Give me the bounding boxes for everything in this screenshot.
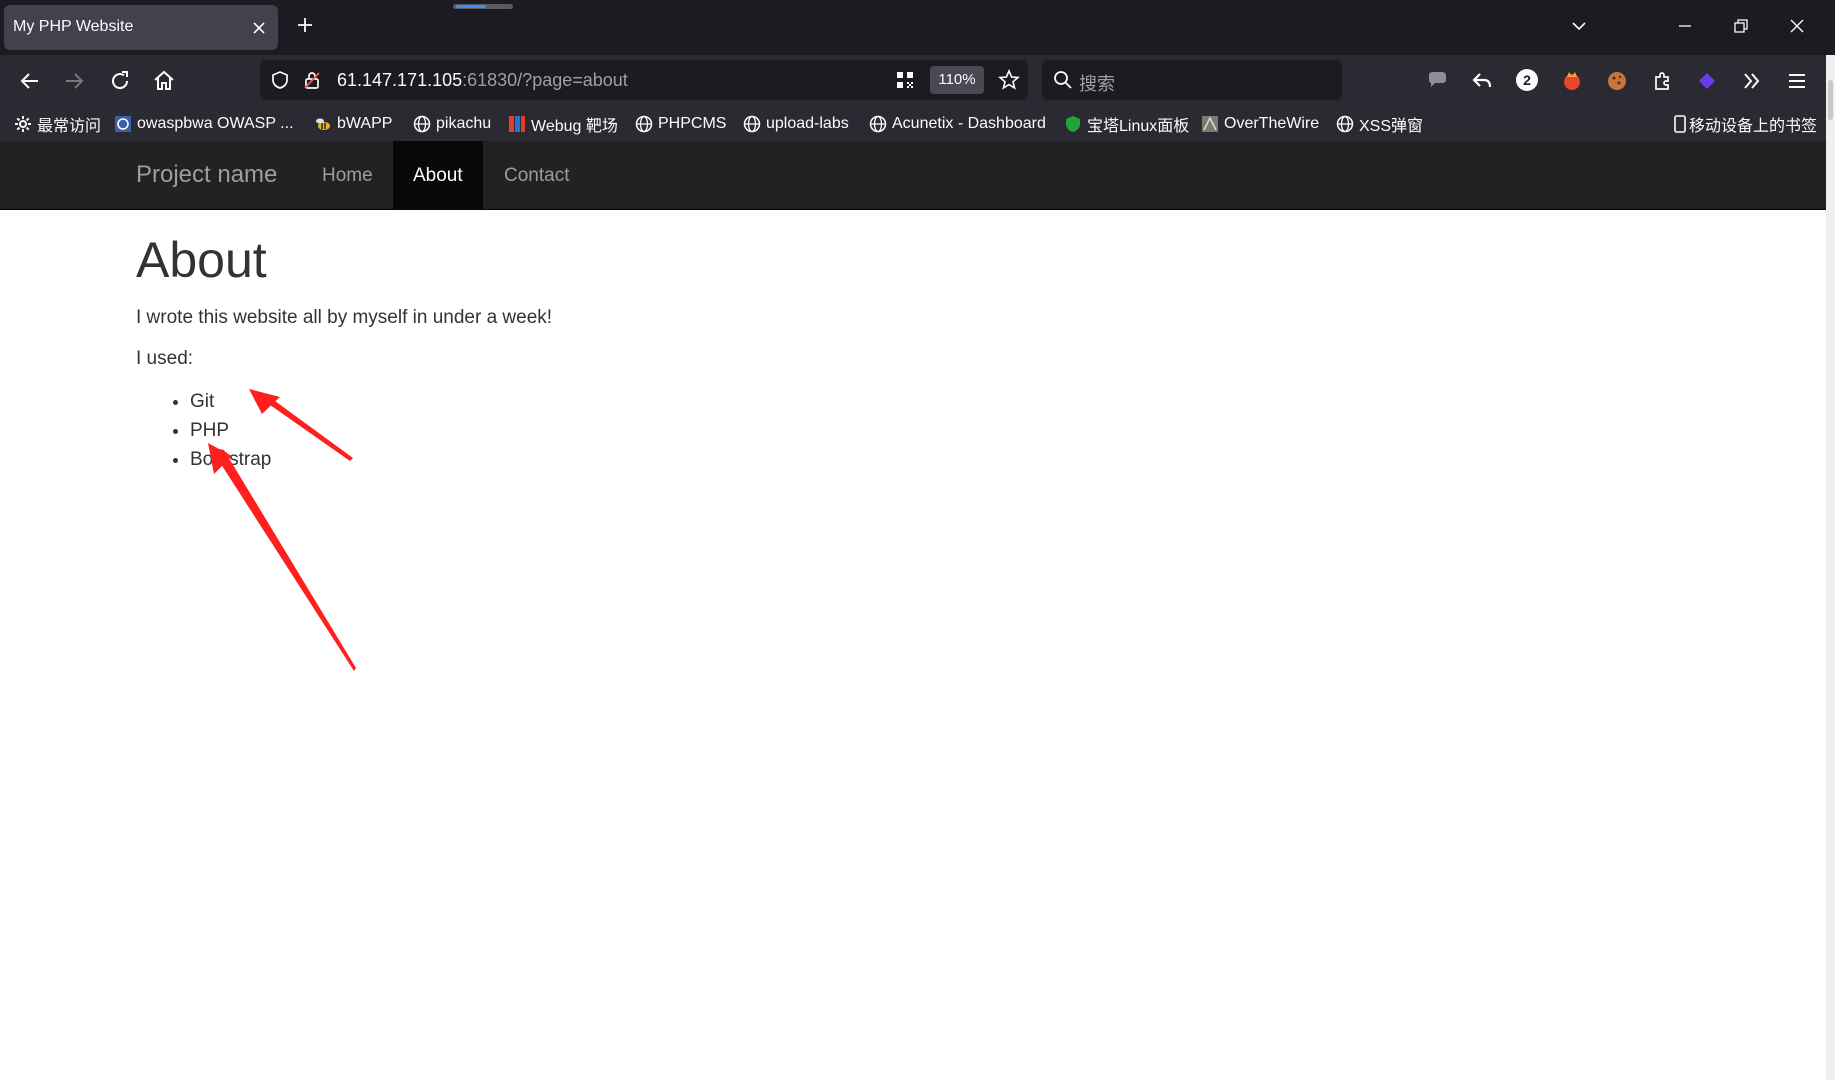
qr-code-icon[interactable] (895, 70, 915, 90)
scrollbar[interactable] (1826, 55, 1835, 1080)
tech-list: Git PHP Bootstrap (190, 387, 271, 474)
bt-panel-icon (1066, 116, 1080, 132)
nav-about[interactable]: About (393, 141, 483, 210)
page-title: About (136, 232, 267, 288)
list-item: PHP (190, 416, 271, 445)
bookmark-label: PHPCMS (658, 115, 727, 132)
forward-icon[interactable] (62, 69, 86, 93)
mobile-device-icon (1674, 115, 1686, 133)
bookmark-acunetix[interactable]: Acunetix - Dashboard (869, 113, 1046, 135)
back-icon[interactable] (18, 69, 42, 93)
globe-icon (1336, 115, 1354, 133)
browser-toolbar: 61.147.171.105:61830/?page=about 110% 搜索… (0, 55, 1835, 106)
nav-home[interactable]: Home (301, 141, 394, 210)
bookmark-xss[interactable]: XSS弹窗 (1336, 113, 1423, 135)
bookmark-bwapp[interactable]: bWAPP (314, 113, 392, 135)
extensions-puzzle-icon[interactable] (1650, 69, 1674, 93)
close-window-icon[interactable] (1789, 18, 1805, 34)
search-icon (1054, 71, 1072, 89)
bookmark-label: 宝塔Linux面板 (1087, 118, 1190, 135)
used-label: I used: (136, 348, 194, 369)
bookmark-label: 最常访问 (37, 118, 102, 135)
mobile-bookmarks[interactable]: 移动设备上的书签 (1673, 113, 1817, 135)
scrollbar-thumb[interactable] (1828, 80, 1833, 120)
hamburger-menu-icon[interactable] (1785, 69, 1809, 93)
bookmark-upload-labs[interactable]: upload-labs (743, 113, 849, 135)
globe-icon (413, 115, 431, 133)
home-icon[interactable] (152, 69, 176, 93)
bookmark-star-icon[interactable] (998, 69, 1020, 91)
bookmark-owaspbwa[interactable]: owaspbwa OWASP ... (114, 113, 294, 135)
globe-icon (869, 115, 887, 133)
globe-icon (635, 115, 653, 133)
bookmark-bt-panel[interactable]: 宝塔Linux面板 (1064, 113, 1189, 135)
bookmark-label: OverTheWire (1224, 115, 1320, 132)
browser-tab[interactable]: My PHP Website (4, 5, 278, 50)
bookmark-label: pikachu (436, 115, 492, 132)
hackbar-extension-icon[interactable] (1560, 69, 1584, 93)
bookmark-label: Webug 靶场 (531, 118, 618, 135)
bookmark-label: Acunetix - Dashboard (892, 115, 1046, 132)
search-bar[interactable]: 搜索 (1042, 60, 1342, 100)
globe-icon (743, 115, 761, 133)
loading-indicator (453, 4, 513, 9)
url-text[interactable]: 61.147.171.105:61830/?page=about (337, 70, 628, 91)
list-item: Git (190, 387, 271, 416)
otw-icon (1202, 116, 1218, 132)
intro-text: I wrote this website all by myself in un… (136, 307, 553, 328)
badge-extension[interactable]: 2 (1516, 69, 1538, 91)
close-tab-icon[interactable] (252, 21, 266, 35)
proxy-extension-icon[interactable] (1695, 69, 1719, 93)
bookmark-label: bWAPP (337, 115, 393, 132)
list-tabs-icon[interactable] (1571, 18, 1587, 34)
overflow-chevron-icon[interactable] (1740, 69, 1764, 93)
bee-icon (316, 118, 330, 130)
tab-title: My PHP Website (13, 18, 134, 35)
mobile-bookmarks-label: 移动设备上的书签 (1689, 118, 1818, 135)
site-navbar: Project name Home About Contact (0, 141, 1826, 210)
webug-icon (509, 116, 525, 132)
new-tab-icon[interactable] (296, 16, 314, 34)
bookmark-label: owaspbwa OWASP ... (137, 115, 294, 132)
restore-icon[interactable] (1733, 18, 1749, 34)
zoom-level-button[interactable]: 110% (930, 66, 984, 94)
bookmark-phpcms[interactable]: PHPCMS (635, 113, 726, 135)
owasp-icon (115, 116, 131, 132)
insecure-lock-icon[interactable] (302, 70, 322, 90)
bookmark-label: upload-labs (766, 115, 849, 132)
cookie-extension-icon[interactable] (1605, 69, 1629, 93)
bookmark-webug[interactable]: Webug 靶场 (508, 113, 618, 135)
nav-contact[interactable]: Contact (484, 141, 589, 210)
shield-icon[interactable] (270, 70, 290, 90)
gear-icon (15, 116, 31, 132)
bookmark-most-visited[interactable]: 最常访问 (14, 113, 101, 135)
chat-extension-icon[interactable] (1425, 69, 1449, 93)
minimize-icon[interactable] (1677, 18, 1693, 34)
web-page: Project name Home About Contact About I … (0, 141, 1826, 1080)
bookmarks-bar: 最常访问 owaspbwa OWASP ... bWAPP pikachu We… (0, 106, 1835, 141)
bookmark-overthewire[interactable]: OverTheWire (1201, 113, 1319, 135)
bookmark-label: XSS弹窗 (1359, 118, 1424, 135)
tab-strip: My PHP Website (0, 0, 1835, 55)
site-brand[interactable]: Project name (136, 161, 277, 189)
reply-extension-icon[interactable] (1470, 69, 1494, 93)
bookmark-pikachu[interactable]: pikachu (413, 113, 491, 135)
list-item: Bootstrap (190, 445, 271, 474)
address-bar[interactable]: 61.147.171.105:61830/?page=about 110% (260, 60, 1028, 100)
search-placeholder: 搜索 (1079, 74, 1115, 94)
reload-icon[interactable] (108, 69, 132, 93)
